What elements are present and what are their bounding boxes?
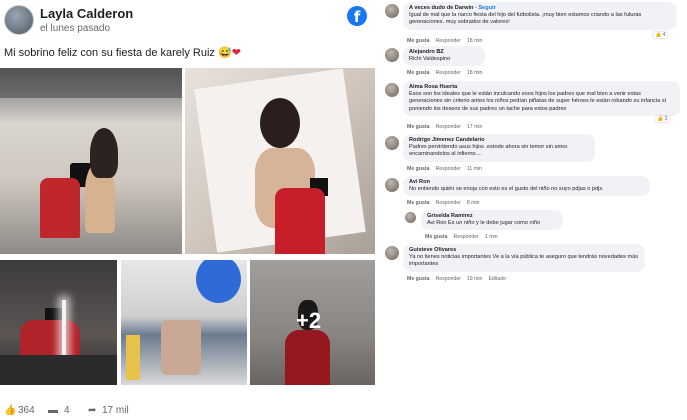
commenter-name[interactable]: Guisteve Olivares (409, 247, 639, 254)
like-action[interactable]: Me gusta (425, 234, 447, 240)
reactions-count[interactable]: 364 (18, 405, 35, 416)
comment-icon[interactable]: ▬ (48, 405, 58, 416)
commenter-name[interactable]: Avi Ron (409, 179, 644, 186)
comment-actions: Me gusta Responder 1 min (425, 234, 498, 240)
ceiling (0, 68, 182, 98)
blue-balloon (196, 260, 241, 303)
like-action[interactable]: Me gusta (407, 70, 429, 76)
follow-link[interactable]: Seguir (478, 5, 495, 11)
share-icon[interactable]: ➦ (88, 405, 96, 416)
comment-age: 19 min (466, 276, 483, 282)
commenter-name[interactable]: Alejandro BZ (409, 49, 479, 56)
comments-count[interactable]: 4 (64, 405, 70, 416)
figure-hair (260, 98, 300, 148)
commenter-avatar[interactable] (405, 212, 416, 223)
comment-bubble: Griselda Ramirez Avi Ron Es un niño y le… (421, 210, 563, 231)
comment-age: 11 min (466, 166, 483, 172)
reply-action[interactable]: Responder (435, 70, 460, 76)
caption-emoji: 😅❤ (218, 47, 241, 59)
comment-actions: Me gusta Responder 18 min (407, 38, 482, 44)
comment-bubble: Alejandro BZ Richi Valdespino (403, 46, 485, 67)
sparkler (62, 300, 66, 360)
comment-actions: Me gusta Responder 18 min (407, 70, 482, 76)
comment-bubble: Rodrigo Jimenez Candelario Padres pervir… (403, 134, 595, 162)
table (0, 355, 117, 385)
comment-text: Richi Valdespino (409, 56, 451, 63)
comments-section: A veces dudo de Darwin · Seguir Igual de… (383, 0, 687, 420)
commenter-avatar[interactable] (385, 4, 399, 18)
comment-actions: Me gusta Responder 19 min Editado (407, 276, 506, 282)
post-photo-1[interactable] (0, 68, 182, 254)
post-photo-2[interactable] (185, 68, 375, 254)
post-caption: Mi sobrino feliz con su fiesta de karely… (4, 46, 241, 59)
comment-age: 8 min (466, 200, 480, 206)
child-figure (20, 320, 80, 360)
commenter-avatar[interactable] (385, 246, 399, 260)
commenter-avatar[interactable] (385, 83, 399, 97)
comment-actions: Me gusta Responder 8 min (407, 200, 480, 206)
edited-label: Editado (488, 276, 507, 282)
commenter-avatar[interactable] (385, 48, 399, 62)
cake-figure (161, 320, 201, 375)
decoration (126, 335, 140, 380)
facebook-post: Layla Calderon el lunes pasado f Mi sobr… (0, 0, 380, 420)
like-action[interactable]: Me gusta (407, 38, 429, 44)
facebook-logo-icon: f (347, 6, 367, 26)
comment-text: Avi Ron Es un niño y le debe jugar como … (427, 220, 541, 227)
post-photo-4[interactable] (121, 260, 247, 385)
comment-text: Ya no tienes noticias importantes Ve a l… (409, 254, 639, 268)
commenter-avatar[interactable] (385, 136, 399, 150)
reply-action[interactable]: Responder (453, 234, 478, 240)
child-figure (275, 188, 325, 254)
post-time[interactable]: el lunes pasado (40, 23, 110, 34)
comment-bubble: Guisteve Olivares Ya no tienes noticias … (403, 244, 645, 272)
comment-text: No entiendo quién se enoja con esto es e… (409, 186, 604, 193)
like-action[interactable]: Me gusta (407, 276, 429, 282)
comment-bubble: Avi Ron No entiendo quién se enoja con e… (403, 176, 650, 197)
comment-actions: Me gusta Responder 11 min (407, 166, 482, 172)
like-action[interactable]: Me gusta (407, 200, 429, 206)
comment-age: 18 min (466, 70, 483, 76)
commenter-avatar[interactable] (385, 178, 399, 192)
reply-action[interactable]: Responder (435, 38, 460, 44)
comment-reactions[interactable]: 👍 4 (653, 32, 668, 38)
reply-action[interactable]: Responder (435, 166, 460, 172)
comment-text: Padres pervirtiendo asus hijos .estode a… (409, 144, 569, 158)
author-avatar[interactable] (4, 5, 34, 35)
comment-bubble: A veces dudo de Darwin · Seguir Igual de… (403, 2, 677, 30)
commenter-name[interactable]: Alma Rosa Huerta (409, 84, 674, 91)
like-action[interactable]: Me gusta (407, 124, 429, 130)
more-photos-count[interactable]: +2 (296, 308, 321, 334)
commenter-name[interactable]: A veces dudo de Darwin · Seguir (409, 5, 671, 12)
comment-actions: Me gusta Responder 17 min (407, 124, 482, 130)
reply-action[interactable]: Responder (435, 276, 460, 282)
child-figure (40, 178, 80, 238)
comment-text: Esos son los ideales que le están inculc… (409, 91, 667, 112)
reply-action[interactable]: Responder (435, 200, 460, 206)
commenter-name[interactable]: Griselda Ramirez (427, 213, 557, 220)
comment-age: 1 min (484, 234, 498, 240)
figure-hair (90, 128, 118, 178)
caption-text: Mi sobrino feliz con su fiesta de karely… (4, 47, 215, 59)
like-action[interactable]: Me gusta (407, 166, 429, 172)
reply-action[interactable]: Responder (435, 124, 460, 130)
like-icon[interactable]: 👍 (4, 405, 16, 416)
post-photo-3[interactable] (0, 260, 117, 385)
comment-reactions[interactable]: 👍 3 (655, 116, 670, 122)
post-stats: 👍 364 ▬ 4 ➦ 17 mil (0, 400, 380, 420)
comment-bubble: Alma Rosa Huerta Esos son los ideales qu… (403, 81, 680, 116)
post-author[interactable]: Layla Calderon (40, 6, 133, 21)
comment-age: 17 min (466, 124, 483, 130)
comment-text: Igual de mal que la narco fiesta del hij… (409, 12, 642, 26)
commenter-name[interactable]: Rodrigo Jimenez Candelario (409, 137, 589, 144)
shares-count[interactable]: 17 mil (102, 405, 129, 416)
comment-age: 18 min (466, 38, 483, 44)
